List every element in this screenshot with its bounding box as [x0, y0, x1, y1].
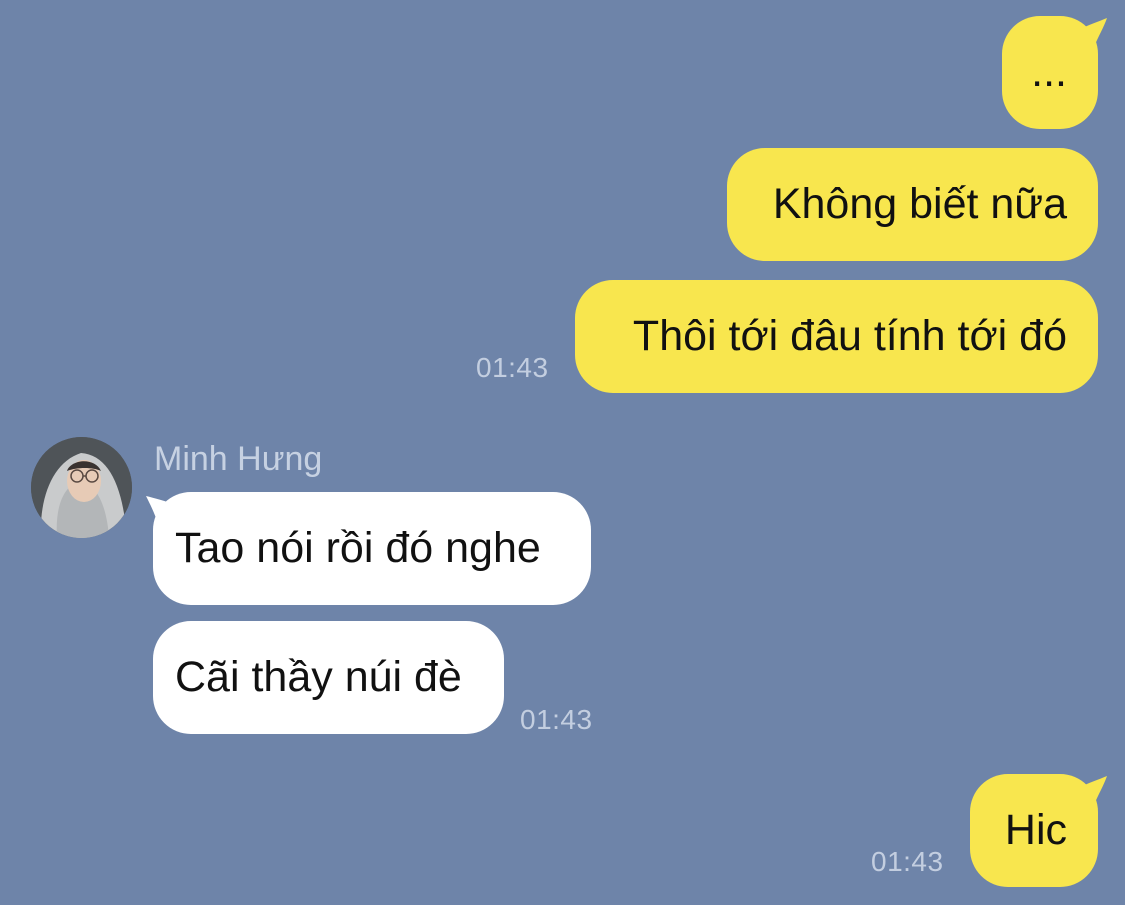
- bubble-tail-icon: [1076, 18, 1107, 47]
- sender-name: Minh Hưng: [154, 440, 323, 478]
- message-timestamp: 01:43: [871, 846, 944, 877]
- chat-area[interactable]: ... Không biết nữa Thôi tới đâu tính tới…: [0, 0, 1125, 905]
- user-avatar-icon: [31, 437, 132, 538]
- message-text: Tao nói rồi đó nghe: [175, 524, 541, 572]
- outgoing-message[interactable]: Thôi tới đâu tính tới đó: [575, 280, 1098, 393]
- incoming-message[interactable]: Cãi thầy núi đè: [153, 621, 504, 734]
- bubble-tail-icon: [1076, 776, 1107, 805]
- message-timestamp: 01:43: [476, 352, 549, 383]
- message-text: Hic: [1004, 806, 1067, 854]
- message-text: ...: [1031, 48, 1067, 96]
- contact-avatar[interactable]: [31, 437, 132, 538]
- message-text: Thôi tới đâu tính tới đó: [632, 312, 1067, 360]
- outgoing-message[interactable]: Không biết nữa: [727, 148, 1098, 261]
- message-timestamp: 01:43: [520, 704, 593, 735]
- message-text: Không biết nữa: [772, 180, 1067, 228]
- message-text: Cãi thầy núi đè: [175, 653, 462, 701]
- incoming-message[interactable]: Tao nói rồi đó nghe: [153, 492, 591, 605]
